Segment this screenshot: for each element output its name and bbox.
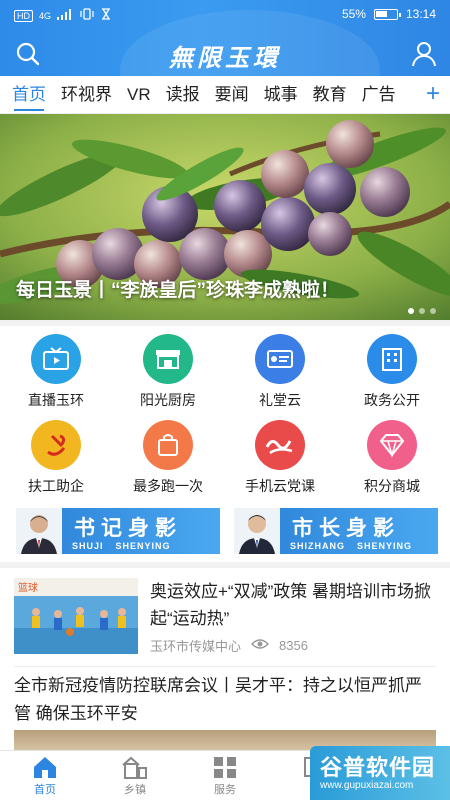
svg-text:篮球: 篮球 <box>18 581 38 594</box>
tab-headlines[interactable]: 要闻 <box>215 76 249 114</box>
kitchen-icon <box>143 334 193 384</box>
grid-item-one-trip[interactable]: 最多跑一次 <box>112 418 224 502</box>
news-title: 奥运效应+“双减”政策 暑期培训市场掀起“运动热” <box>150 582 431 628</box>
tab-vr[interactable]: VR <box>127 76 151 114</box>
battery-icon <box>373 8 401 20</box>
carousel-dot[interactable] <box>430 308 436 314</box>
signal-icon <box>57 8 73 23</box>
news-title[interactable]: 全市新冠疫情防控联席会议丨吴才平：持之以恒严抓严管 确保玉环平安 <box>14 672 436 728</box>
grid-label: 最多跑一次 <box>133 478 203 494</box>
mayor-photo <box>234 508 280 554</box>
list-divider <box>14 666 436 667</box>
secretary-pinyin: SHUJI SHENYING <box>72 541 171 551</box>
tab-newspaper[interactable]: 读报 <box>166 76 200 114</box>
status-bar: HD 4G 55% 13:14 <box>0 0 450 30</box>
vibrate-icon <box>79 8 95 23</box>
grid-item-live[interactable]: 直播玉环 <box>0 332 112 416</box>
news-source: 玉环市传媒中心 <box>150 639 242 654</box>
grid-item-points-mall[interactable]: 积分商城 <box>336 418 448 502</box>
tv-icon <box>31 334 81 384</box>
hero-banner[interactable]: 每日玉景丨“李族皇后”珍珠李成熟啦！ <box>0 114 450 320</box>
tab-city[interactable]: 城事 <box>264 76 298 114</box>
watermark-url: www.gupuxiazai.com <box>320 780 414 791</box>
town-icon <box>122 755 148 779</box>
tab-ads[interactable]: 广告 <box>362 76 396 114</box>
news-item[interactable]: 篮球 奥运效应+“双减”政策 暑期培训市场掀起“运动热” 玉环市传媒中心 835… <box>0 566 450 666</box>
grid-label: 阳光厨房 <box>140 392 196 408</box>
grid-icon <box>212 755 238 779</box>
grid-label: 直播玉环 <box>28 392 84 408</box>
nav-home[interactable]: 首页 <box>0 751 90 800</box>
bag-icon <box>143 420 193 470</box>
nav-towns[interactable]: 乡镇 <box>90 751 180 800</box>
grid-item-hall[interactable]: 礼堂云 <box>224 332 336 416</box>
app-header: HD 4G 55% 13:14 無限玉環 <box>0 0 450 76</box>
secretary-title: 书记身影 <box>74 517 182 540</box>
party-icon <box>31 420 81 470</box>
watermark-text: 谷普软件园 <box>320 755 436 780</box>
grid-label: 政务公开 <box>364 392 420 408</box>
site-watermark: 谷普软件园 www.gupuxiazai.com <box>310 746 450 800</box>
study-icon <box>255 420 305 470</box>
battery-percent: 55% <box>341 7 366 21</box>
carousel-dot[interactable] <box>419 308 425 314</box>
mayor-title: 市长身影 <box>292 517 400 540</box>
add-channel-button[interactable]: + <box>426 82 440 106</box>
nav-services[interactable]: 服务 <box>180 751 270 800</box>
grid-label: 积分商城 <box>364 478 420 494</box>
banner-caption: 每日玉景丨“李族皇后”珍珠李成熟啦！ <box>16 280 340 301</box>
mayor-pinyin: SHIZHANG SHENYING <box>290 541 413 551</box>
grid-label: 礼堂云 <box>259 392 301 408</box>
tab-home[interactable]: 首页 <box>12 76 46 114</box>
hall-icon <box>255 334 305 384</box>
nav-label: 乡镇 <box>124 784 146 796</box>
mayor-card[interactable]: 市长身影 SHIZHANG SHENYING <box>234 508 438 554</box>
carousel-dot[interactable] <box>408 308 414 314</box>
user-button[interactable] <box>410 40 438 68</box>
app-title: 無限玉環 <box>169 43 281 72</box>
clock: 13:14 <box>405 7 436 21</box>
secretary-card[interactable]: 书记身影 SHUJI SHENYING <box>16 508 220 554</box>
hourglass-icon <box>101 8 111 23</box>
carousel-dots <box>408 308 436 314</box>
eye-icon <box>251 638 270 653</box>
home-icon <box>32 755 58 779</box>
grid-label: 扶工助企 <box>28 478 84 494</box>
grid-item-party-class[interactable]: 手机云党课 <box>224 418 336 502</box>
nav-label: 首页 <box>34 784 56 796</box>
network-badge: HD <box>14 9 33 22</box>
grid-label: 手机云党课 <box>245 478 315 494</box>
title-bar: 無限玉環 <box>0 30 450 76</box>
network-label: 4G <box>39 10 52 21</box>
service-grid: 直播玉环 阳光厨房 礼堂云 政务公开 扶工助企 最多跑一次 手机云党课 积分商城 <box>0 328 450 504</box>
secretary-photo <box>16 508 62 554</box>
diamond-icon <box>367 420 417 470</box>
grid-item-kitchen[interactable]: 阳光厨房 <box>112 332 224 416</box>
section-divider <box>0 320 450 326</box>
building-icon <box>367 334 417 384</box>
user-icon <box>412 42 436 67</box>
channel-tabs: 首页 环视界 VR 读报 要闻 城事 教育 广告 + <box>0 76 450 114</box>
grid-item-support[interactable]: 扶工助企 <box>0 418 112 502</box>
news-meta: 玉环市传媒中心 8356 <box>150 636 308 655</box>
news-views: 8356 <box>279 638 308 653</box>
tab-panorama[interactable]: 环视界 <box>61 76 112 114</box>
nav-label: 服务 <box>214 784 236 796</box>
grid-item-government[interactable]: 政务公开 <box>336 332 448 416</box>
news-thumbnail: 篮球 <box>14 578 138 654</box>
tab-education[interactable]: 教育 <box>313 76 347 114</box>
